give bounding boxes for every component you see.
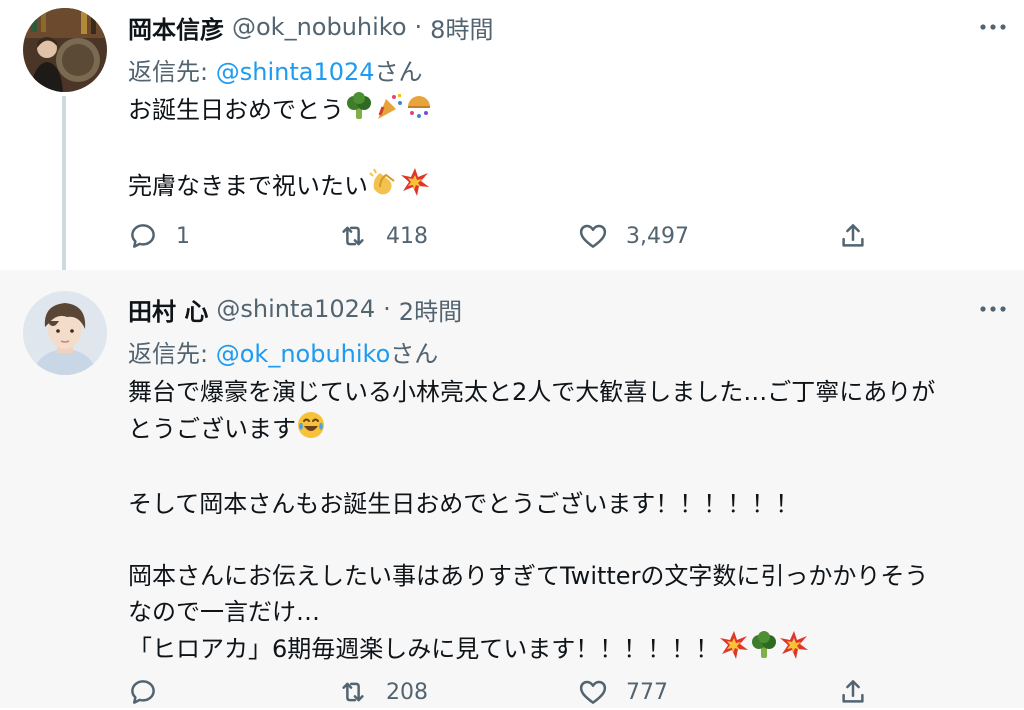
- broccoli-emoji: [344, 91, 374, 131]
- reply-button[interactable]: [128, 674, 176, 710]
- timestamp[interactable]: 2時間: [399, 292, 462, 327]
- tweet-actions: 1 418 3,497: [128, 218, 988, 254]
- replying-to-suffix: さん: [390, 340, 439, 368]
- replying-to: 返信先: @shinta1024さん: [128, 52, 423, 87]
- reply-to-handle-link[interactable]: @ok_nobuhiko: [216, 340, 391, 368]
- share-icon: [842, 224, 864, 247]
- retweet-button[interactable]: 418: [338, 218, 428, 254]
- separator-dot: ·: [414, 13, 423, 41]
- reply-to-handle-link[interactable]: @shinta1024: [216, 58, 375, 86]
- retweet-icon: [342, 682, 364, 702]
- confetti-ball-emoji: [404, 91, 434, 131]
- like-count: 777: [626, 679, 668, 705]
- reply-icon: [131, 680, 155, 704]
- timestamp[interactable]: 8時間: [430, 10, 493, 45]
- user-handle[interactable]: @ok_nobuhiko: [232, 13, 407, 41]
- replying-to: 返信先: @ok_nobuhikoさん: [128, 334, 438, 369]
- retweet-icon: [342, 226, 364, 246]
- separator-dot: ·: [383, 295, 391, 323]
- reply-button[interactable]: 1: [128, 218, 190, 254]
- tears-of-joy-emoji: [296, 410, 326, 450]
- collision-emoji: [779, 630, 809, 670]
- replying-to-label: 返信先:: [128, 58, 209, 86]
- avatar-shinta1024[interactable]: [23, 291, 107, 375]
- tweet-text: お誕生日おめでとう 完膚なきまで祝いたい: [128, 91, 1008, 207]
- collision-emoji: [719, 630, 749, 670]
- user-handle[interactable]: @shinta1024: [216, 295, 375, 323]
- display-name[interactable]: 岡本信彦: [128, 10, 224, 45]
- share-icon: [842, 680, 864, 703]
- clapping-hands-emoji: [368, 167, 400, 207]
- retweet-count: 418: [386, 223, 428, 249]
- tweet-text-line: 岡本さんにお伝えしたい事はありすぎてTwitterの文字数に引っかかりそう: [128, 562, 929, 590]
- share-button[interactable]: [838, 674, 886, 710]
- retweet-button[interactable]: 208: [338, 674, 428, 710]
- display-name[interactable]: 田村 心: [128, 292, 208, 327]
- collision-emoji: [400, 167, 430, 207]
- thread-connector-line: [62, 96, 66, 286]
- replying-to-suffix: さん: [374, 58, 423, 86]
- tweet-text-line: そして岡本さんもお誕生日おめでとうございます！！！！！！: [128, 490, 800, 518]
- more-options-icon[interactable]: [978, 12, 1008, 42]
- reply-icon: [131, 224, 155, 248]
- more-options-icon[interactable]: [978, 294, 1008, 324]
- heart-icon: [579, 224, 607, 248]
- retweet-count: 208: [386, 679, 428, 705]
- tweet-text-line: とうございます: [128, 415, 296, 443]
- party-popper-emoji: [374, 91, 404, 131]
- share-button[interactable]: [838, 218, 886, 254]
- replying-to-label: 返信先:: [128, 340, 209, 368]
- reply-count: 1: [176, 223, 190, 249]
- tweet-text-line: お誕生日おめでとう: [128, 96, 344, 124]
- avatar-ok-nobuhiko[interactable]: [23, 8, 107, 92]
- like-count: 3,497: [626, 223, 689, 249]
- tweet-ok-nobuhiko[interactable]: 岡本信彦 @ok_nobuhiko · 8時間 返信先: @shinta1024…: [0, 0, 1024, 286]
- tweet-shinta1024[interactable]: 田村 心 @shinta1024 · 2時間 返信先: @ok_nobuhiko…: [0, 270, 1024, 708]
- like-button[interactable]: 777: [578, 674, 668, 710]
- broccoli-emoji: [749, 630, 779, 670]
- tweet-text-line: 完膚なきまで祝いたい: [128, 172, 368, 200]
- tweet-text-line: なので一言だけ…: [128, 598, 320, 626]
- tweet-text-line: 舞台で爆豪を演じている小林亮太と2人で大歓喜しました…ご丁寧にありが: [128, 378, 936, 406]
- tweet-actions: 208 777: [128, 674, 988, 710]
- like-button[interactable]: 3,497: [578, 218, 689, 254]
- heart-icon: [579, 680, 607, 704]
- tweet-text: 舞台で爆豪を演じている小林亮太と2人で大歓喜しました…ご丁寧にありが とうござい…: [128, 374, 1008, 670]
- tweet-text-line: 「ヒロアカ」6期毎週楽しみに見ています！！！！！！: [128, 635, 720, 663]
